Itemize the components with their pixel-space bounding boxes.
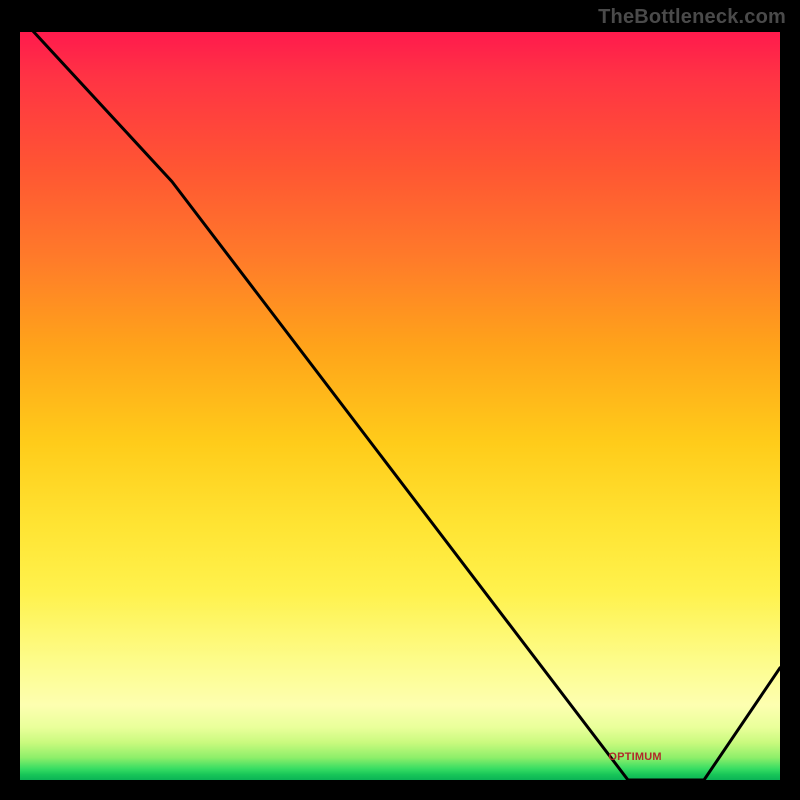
plot-area: OPTIMUM bbox=[20, 32, 780, 780]
plot-frame: OPTIMUM bbox=[20, 32, 780, 780]
curve-path bbox=[20, 32, 780, 780]
bottleneck-curve bbox=[20, 32, 780, 780]
optimum-label: OPTIMUM bbox=[608, 751, 661, 763]
watermark-text: TheBottleneck.com bbox=[598, 6, 786, 29]
chart-container: TheBottleneck.com OPTIMUM bbox=[0, 0, 800, 800]
